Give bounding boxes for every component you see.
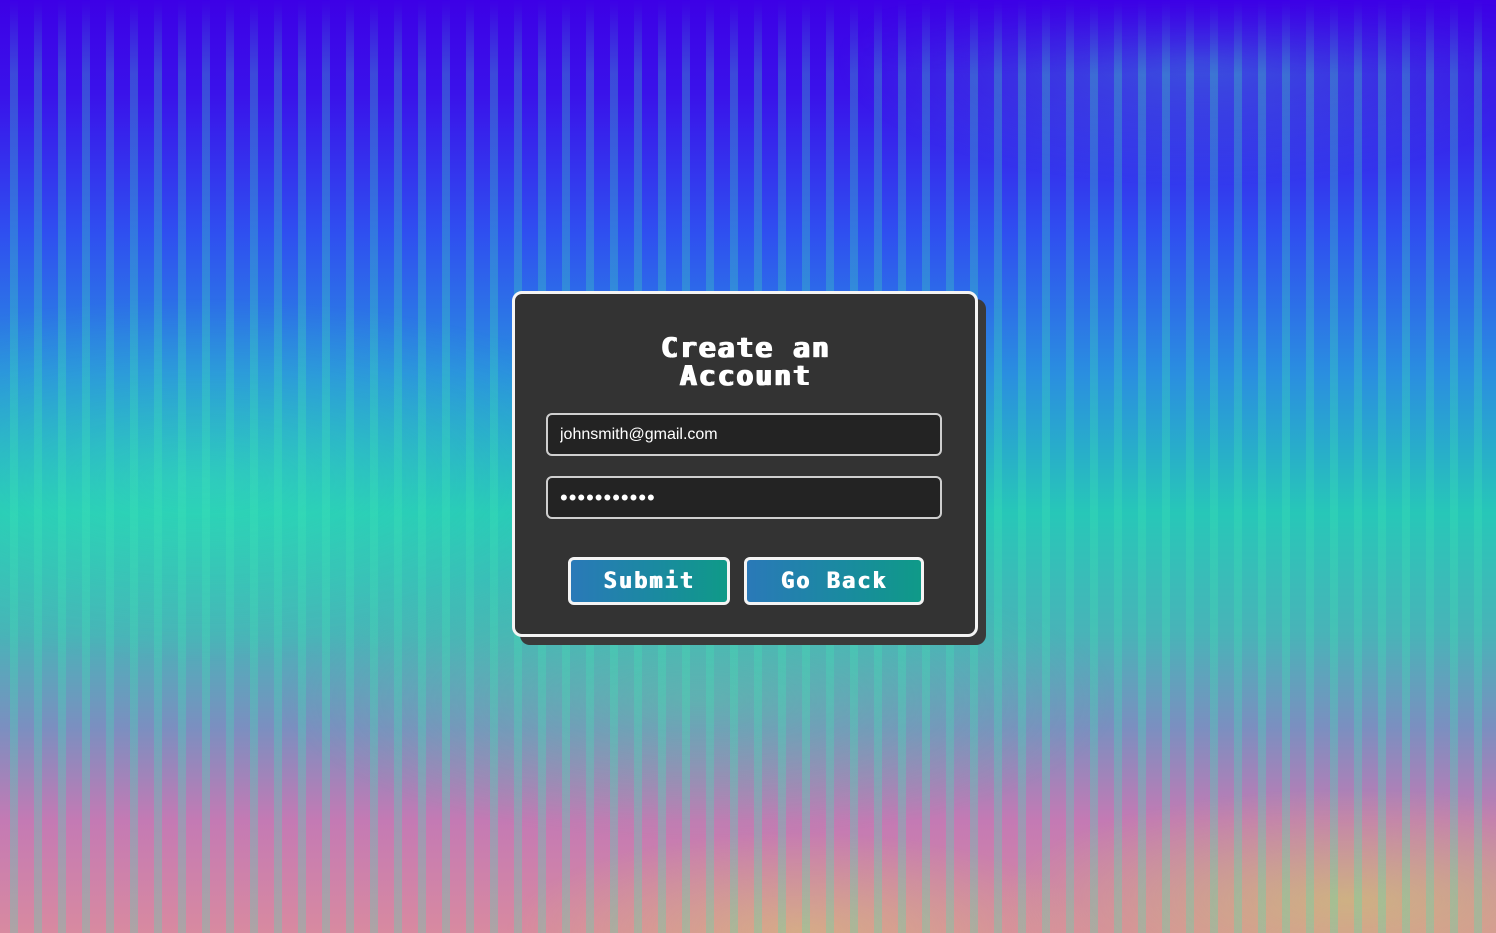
title-line-1: Create an bbox=[660, 331, 830, 364]
create-account-card: Create an Account Submit Go Back bbox=[512, 291, 978, 637]
title-line-2: Account bbox=[678, 359, 811, 392]
password-field[interactable] bbox=[546, 476, 942, 519]
go-back-button[interactable]: Go Back bbox=[744, 557, 924, 605]
email-field[interactable] bbox=[546, 413, 942, 456]
page-title: Create an Account bbox=[515, 334, 975, 390]
submit-button[interactable]: Submit bbox=[568, 557, 730, 605]
